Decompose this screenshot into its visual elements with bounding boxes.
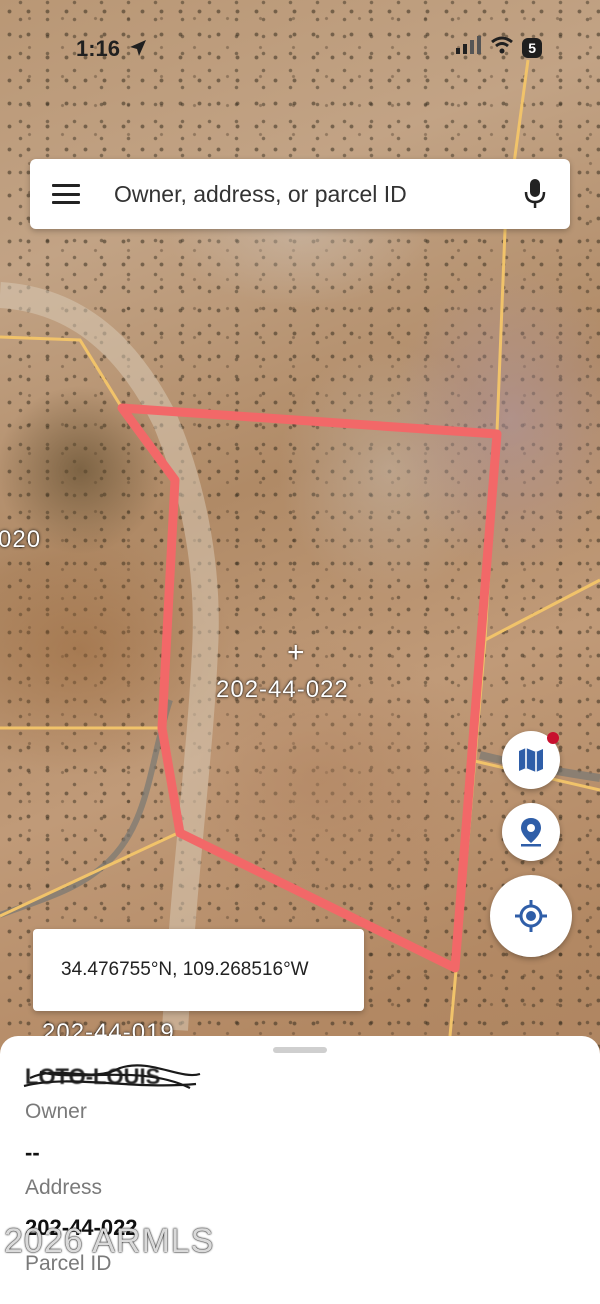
search-input[interactable] bbox=[102, 159, 500, 229]
hamburger-menu-icon bbox=[52, 184, 80, 204]
menu-button[interactable] bbox=[30, 159, 102, 229]
redaction-scribble bbox=[23, 1064, 201, 1089]
voice-search-button[interactable] bbox=[500, 159, 570, 229]
map-layers-icon bbox=[519, 748, 543, 772]
parcel-label-left[interactable]: 020 bbox=[0, 526, 41, 554]
parcel-center-marker: + bbox=[287, 636, 305, 669]
my-location-button[interactable] bbox=[490, 875, 572, 957]
my-location-icon bbox=[515, 900, 547, 932]
coordinates-text: 34.476755°N, 109.268516°W bbox=[61, 959, 309, 980]
parcel-details-sheet[interactable]: LOTO-LOUIS Owner -- Address 202-44-022 P… bbox=[0, 1036, 600, 1304]
status-time: 1:16 bbox=[76, 36, 121, 61]
signal-icon bbox=[456, 36, 482, 59]
search-bar bbox=[30, 159, 570, 229]
sheet-drag-handle[interactable] bbox=[273, 1047, 327, 1053]
battery-icon: 5 bbox=[522, 37, 542, 58]
microphone-icon bbox=[524, 179, 546, 208]
coordinates-readout[interactable]: 34.476755°N, 109.268516°W bbox=[33, 929, 364, 1011]
location-pin-icon bbox=[521, 818, 541, 847]
watermark: 2026 ARMLS bbox=[4, 1222, 215, 1260]
address-label: Address bbox=[25, 1176, 103, 1199]
address-value: -- bbox=[25, 1140, 40, 1165]
parcel-label-selected[interactable]: 202-44-022 bbox=[216, 676, 349, 704]
wifi-icon bbox=[490, 36, 514, 59]
location-arrow-icon bbox=[128, 38, 148, 63]
owner-label: Owner bbox=[25, 1100, 87, 1123]
notification-dot bbox=[547, 732, 559, 744]
drop-pin-button[interactable] bbox=[502, 803, 560, 861]
map-layers-button[interactable] bbox=[502, 731, 560, 789]
status-bar: 1:16 5 bbox=[0, 28, 600, 68]
